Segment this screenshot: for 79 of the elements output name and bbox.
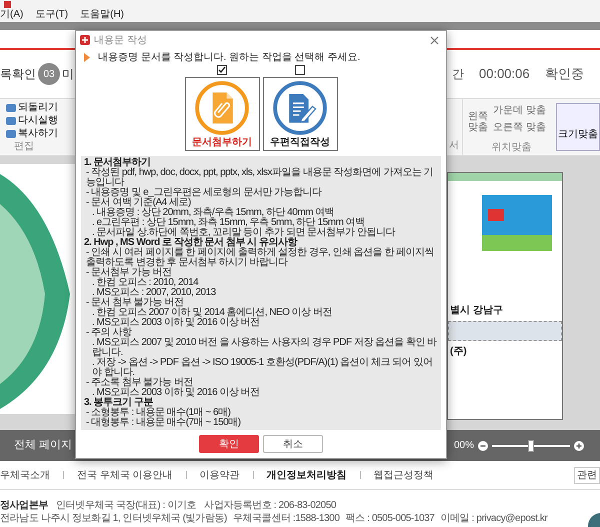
notes-text: . 한컴 오피스 : 2010, 2014: [91, 278, 200, 288]
zoom-out-icon[interactable]: [478, 440, 488, 450]
zoom-percent: 00%: [454, 439, 474, 453]
footer-link[interactable]: 웹접근성정책: [374, 468, 434, 482]
step-label: 록확인: [0, 66, 36, 83]
cancel-button[interactable]: 취소: [263, 435, 323, 453]
notes-text: . 저장 -> 옵션 -> PDF 옵션 -> ISO 19005-1 호환성(PDF/A)(1) 옵션이 체크 되어 있어야 합니다.: [92, 358, 434, 378]
notes-text: . MS오피스 2007 및 2010 버전 을 사용하는 사용자의 경우 PDF 저장 옵션을 확인 바랍니다.: [91, 338, 438, 358]
status-text: 확인중: [545, 65, 585, 84]
footer-info: 인터넷우체국 국장(대표) : 이기호: [56, 499, 196, 512]
notes-text: - 대형봉투 : 내용문 매수(7매 ~ 150매): [85, 418, 242, 428]
option-card[interactable]: 우편직접작성: [262, 77, 338, 151]
notes-text: . MS오피스 2003 이하 및 2016 이상 버전: [92, 318, 261, 328]
app-logo-icon: [80, 35, 90, 45]
page-label: 전체 페이지: [14, 438, 72, 454]
group-label: 서: [449, 139, 459, 153]
footer-link[interactable]: 우체국소개: [0, 468, 50, 482]
zoom-in-icon[interactable]: [574, 440, 584, 450]
ribbon-button[interactable]: 왼쪽 맞춤: [467, 103, 489, 140]
footer-info: 이메일 : privacy@epost.kr: [440, 512, 548, 525]
ribbon-button[interactable]: 가운데 맞춤: [493, 103, 546, 118]
document-clip-icon: [194, 80, 250, 136]
organization-name: 정사업본부: [0, 499, 48, 512]
confirm-button[interactable]: 확인: [199, 435, 259, 453]
ribbon-button[interactable]: 되돌리기: [6, 102, 75, 114]
notes-text: - 소형봉투 : 내용문 매수(1매 ~ 6매): [85, 408, 230, 418]
notes-text: - 주소록 첨부 불가능 버전: [85, 378, 193, 388]
elapsed-time: 00:00:06: [479, 65, 531, 84]
checkbox[interactable]: [295, 65, 305, 75]
app-logo-icon: [4, 0, 11, 8]
menu-item[interactable]: 도움말(H): [80, 10, 124, 20]
footer-link[interactable]: 이용약관: [200, 468, 240, 482]
footer-info: 우체국콜센터 :1588-1300: [232, 512, 340, 525]
notes-text: - 작성된 pdf, hwp, doc, docx, ppt, pptx, xls, xlsx파일을 내용문 작성화면에 가져오는 기능입니다: [85, 168, 434, 188]
address-text: 별시 강남구: [449, 304, 504, 318]
notes-text: . 한컴 오피스 2007 이하 및 2014 홈에디션, NEO 이상 버전: [91, 308, 334, 318]
dialog-title: 내용문 작성: [94, 34, 147, 48]
step-number-badge: 03: [38, 63, 60, 85]
related-sites-button[interactable]: 관련: [574, 466, 600, 484]
notes-heading: 3. 봉투크기 구분: [84, 398, 153, 408]
footer-info: 전라남도 나주시 정보화길 1, 인터넷우체국 (빛가람동): [0, 512, 227, 525]
ribbon-button[interactable]: 오른쪽 맞춤: [493, 120, 546, 135]
notes-text: - 주의 사항: [85, 328, 132, 338]
triangle-marker-icon: [84, 52, 90, 62]
ribbon-button[interactable]: 다시실행: [6, 115, 75, 127]
step-label: 미: [62, 66, 74, 83]
footer-info: 팩스 : 0505-005-1037: [346, 512, 434, 525]
group-label: 위치맞춤: [490, 141, 532, 155]
ribbon-button[interactable]: 크기맞춤: [556, 103, 600, 151]
footer-link[interactable]: 전국 우체국 이용안내: [77, 468, 173, 482]
notes-text: . 내용증명 : 상단 20mm, 좌측/우측 15mm, 하단 40mm 여백: [91, 208, 336, 218]
close-icon[interactable]: [430, 36, 439, 44]
notes-text: - 내용증명 및 e_그린우편은 세로형의 문서만 가능합니다: [85, 188, 323, 198]
notes-text: - 인쇄 시 여러 페이지를 한 페이지에 출력하게 설정한 경우, 인쇄 옵션을 한 페이지씩 출력하도록 변경한 후 문서첨부 하시기 바랍니다: [85, 248, 436, 268]
instruction-text: 내용증명 문서를 작성합니다. 원하는 작업을 선택해 주세요.: [98, 50, 360, 64]
notes-text: . 문서파일 상.하단에 쪽번호, 꼬리말 등이 추가 되면 문서첨부가 안됩니다: [91, 228, 396, 238]
group-label: 편집: [13, 141, 35, 152]
notes-text: . MS오피스 : 2007, 2010, 2013: [92, 288, 217, 298]
notes-text: . e그린우편 : 상단 15mm, 좌측 15mm, 우측 5mm, 하단 15mm 여백: [91, 218, 365, 228]
notes-text: - 문서 여백 기준(A4 세로): [85, 198, 192, 208]
checkbox[interactable]: [217, 65, 227, 75]
step-label: 간: [451, 66, 465, 83]
option-card[interactable]: 문서첨부하기: [184, 77, 260, 151]
document-pencil-icon: [272, 80, 328, 136]
notes-text: - 문서 첨부 불가능 버전: [85, 298, 184, 308]
menu-item[interactable]: 기(A): [0, 10, 24, 20]
footer-link[interactable]: 개인정보처리방침: [266, 468, 347, 482]
recipient-text: (주): [449, 345, 468, 359]
menu-item[interactable]: 도구(T): [35, 10, 68, 20]
ribbon-button[interactable]: 복사하기: [6, 128, 75, 140]
slider-thumb[interactable]: [528, 440, 534, 452]
zoom-slider[interactable]: [492, 440, 570, 452]
notes-text: . MS오피스 2003 이하 및 2016 이상 버전: [91, 388, 261, 398]
postage-stamp-drawing: [482, 195, 552, 251]
notes-text: - 문서첨부 가능 버전: [85, 268, 173, 278]
notes-heading: 2. Hwp , MS Word 로 작성한 문서 첨부 시 유의사항: [84, 238, 298, 248]
footer-info: 사업자등록번호 : 206-83-02050: [204, 499, 336, 512]
notes-heading: 1. 문서첨부하기: [84, 158, 151, 168]
check-icon: [218, 66, 226, 74]
